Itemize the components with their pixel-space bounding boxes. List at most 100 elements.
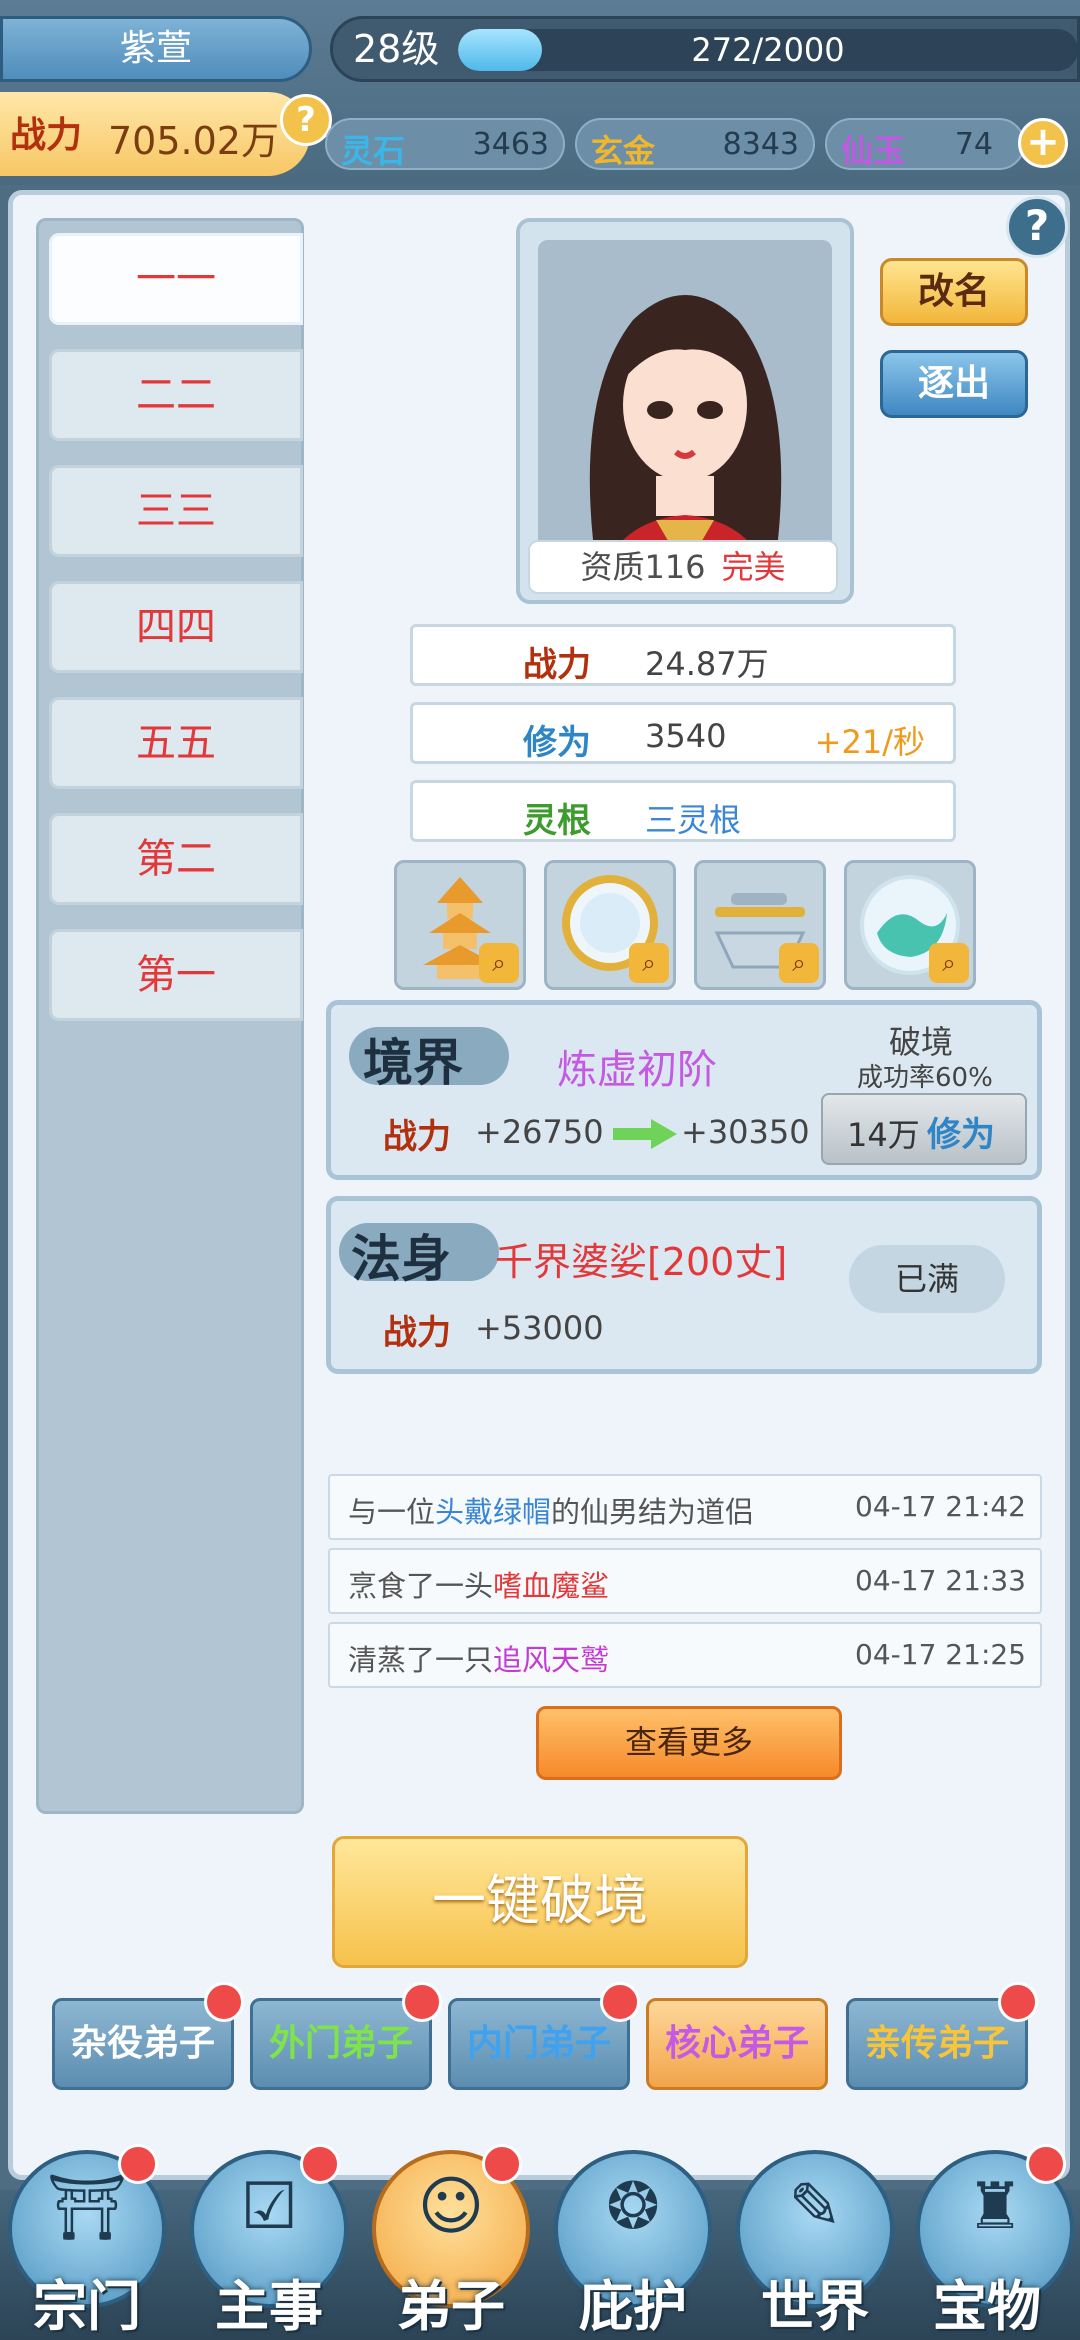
disciple-avatar-icon bbox=[538, 240, 832, 582]
resource-value: 3463 bbox=[472, 127, 549, 162]
sidebar-item-3[interactable]: 三三 bbox=[49, 465, 303, 557]
arrow-right-icon bbox=[613, 1119, 677, 1149]
stat-row-spirit-root: 灵根 三灵根 bbox=[410, 780, 956, 842]
sidebar-item-7[interactable]: 第一 bbox=[49, 929, 303, 1021]
resource-strip: 灵石 3463 玄金 8343 仙玉 74 bbox=[325, 118, 1080, 172]
log-entry: 与一位头戴绿帽的仙男结为道侣 04-17 21:42 bbox=[328, 1474, 1042, 1540]
inspect-icon: ⌕ bbox=[479, 943, 519, 983]
treasure-slot-pagoda[interactable]: ⌕ bbox=[394, 860, 526, 990]
tab-core-disciples[interactable]: 核心弟子 bbox=[646, 1998, 828, 2090]
log-highlight: 头戴绿帽 bbox=[435, 1495, 552, 1529]
notification-dot bbox=[998, 1982, 1038, 2022]
one-click-break-button[interactable]: 一键破境 bbox=[332, 1836, 748, 1968]
dharma-power-value: +53000 bbox=[475, 1309, 604, 1347]
log-highlight: 嗜血魔鲨 bbox=[493, 1569, 610, 1603]
log-text: 清蒸了一只追风天鹫 bbox=[348, 1643, 610, 1677]
aptitude-grade: 完美 bbox=[721, 548, 786, 586]
expel-button[interactable]: 逐出 bbox=[880, 350, 1028, 418]
inspect-icon: ⌕ bbox=[779, 943, 819, 983]
log-entry: 清蒸了一只追风天鹫 04-17 21:25 bbox=[328, 1622, 1042, 1688]
nav-treasure-label: 宝物 bbox=[933, 2274, 1041, 2338]
dharma-body-card: 法身 千界婆娑[200丈] 战力 +53000 已满 bbox=[326, 1196, 1042, 1374]
level-bar: 28级 272/2000 bbox=[330, 16, 1080, 82]
sidebar-item-5[interactable]: 五五 bbox=[49, 697, 303, 789]
inspect-icon: ⌕ bbox=[929, 943, 969, 983]
view-more-button[interactable]: 查看更多 bbox=[536, 1706, 842, 1780]
nav-tasks-label: 主事 bbox=[215, 2274, 323, 2338]
treasure-slot-mirror[interactable]: ⌕ bbox=[544, 860, 676, 990]
realm-power-label: 战力 bbox=[383, 1117, 451, 1157]
total-power-label: 战力 bbox=[10, 114, 83, 156]
rename-button[interactable]: 改名 bbox=[880, 258, 1028, 326]
aptitude-box: 资质116 完美 bbox=[528, 540, 838, 594]
total-power-badge: 战力 705.02万 bbox=[0, 92, 310, 176]
break-realm-button[interactable]: 14万 修为 bbox=[821, 1093, 1027, 1165]
aptitude-value: 资质116 bbox=[580, 548, 706, 586]
dharma-body-name: 千界婆娑[200丈] bbox=[495, 1240, 788, 1284]
treasure-slot-sword[interactable]: ⌕ bbox=[694, 860, 826, 990]
nav-disciples-label: 弟子 bbox=[397, 2274, 505, 2338]
log-text: 与一位头戴绿帽的仙男结为道侣 bbox=[348, 1495, 755, 1529]
notification-dot bbox=[1026, 2144, 1066, 2184]
add-resource-button[interactable]: + bbox=[1018, 118, 1068, 168]
stat-value: 24.87万 bbox=[645, 645, 769, 683]
stat-row-power: 战力 24.87万 bbox=[410, 624, 956, 686]
total-power-value: 705.02万 bbox=[108, 119, 279, 163]
dharma-power-label: 战力 bbox=[383, 1313, 451, 1353]
realm-card: 境界 炼虚初阶 战力 +26750 +30350 破境 成功率60% 14万 修… bbox=[326, 1000, 1042, 1180]
dharma-status-badge: 已满 bbox=[849, 1245, 1005, 1313]
disciple-name: 紫萱 bbox=[119, 28, 192, 69]
notification-dot bbox=[482, 2144, 522, 2184]
disciple-portrait bbox=[538, 240, 832, 582]
notification-dot bbox=[402, 1982, 442, 2022]
stat-row-cultivation: 修为 3540 +21/秒 bbox=[410, 702, 956, 764]
sidebar-item-2[interactable]: 二二 bbox=[49, 349, 303, 441]
sidebar-item-6[interactable]: 第二 bbox=[49, 813, 303, 905]
notification-dot bbox=[204, 1982, 244, 2022]
exp-progress-bar: 272/2000 bbox=[458, 29, 1078, 71]
resource-value: 74 bbox=[954, 127, 993, 162]
success-rate: 成功率60% bbox=[857, 1063, 993, 1093]
break-cost-amount: 14万 bbox=[847, 1116, 920, 1154]
stat-label: 灵根 bbox=[523, 801, 591, 841]
treasure-slot-orb[interactable]: ⌕ bbox=[844, 860, 976, 990]
disciple-list-sidebar: 一一 二二 三三 四四 五五 第二 第一 bbox=[36, 218, 304, 1814]
realm-power-to: +30350 bbox=[681, 1113, 810, 1151]
inspect-icon: ⌕ bbox=[629, 943, 669, 983]
sidebar-item-1[interactable]: 一一 bbox=[49, 233, 303, 325]
nav-shelter-label: 庇护 bbox=[579, 2274, 687, 2338]
world-icon: ✎ bbox=[788, 2170, 842, 2244]
sidebar-item-4[interactable]: 四四 bbox=[49, 581, 303, 673]
disciple-name-badge: 紫萱 bbox=[0, 16, 312, 82]
log-entry: 烹食了一头嗜血魔鲨 04-17 21:33 bbox=[328, 1548, 1042, 1614]
level-text: 28级 bbox=[353, 27, 440, 71]
cultivation-rate: +21/秒 bbox=[814, 723, 925, 761]
log-time: 04-17 21:25 bbox=[855, 1638, 1026, 1671]
stat-label: 修为 bbox=[523, 723, 591, 763]
resource-name: 灵石 bbox=[341, 132, 406, 170]
realm-name: 炼虚初阶 bbox=[557, 1047, 717, 1093]
resource-value: 8343 bbox=[722, 127, 799, 162]
resource-xianyu: 仙玉 74 bbox=[825, 118, 1025, 170]
notification-dot bbox=[300, 2144, 340, 2184]
notification-dot bbox=[118, 2144, 158, 2184]
shelter-icon: ❂ bbox=[606, 2170, 660, 2244]
resource-name: 仙玉 bbox=[841, 132, 906, 170]
nav-sect-label: 宗门 bbox=[33, 2274, 141, 2338]
resource-xuanjin: 玄金 8343 bbox=[575, 118, 815, 170]
log-time: 04-17 21:42 bbox=[855, 1490, 1026, 1523]
stat-label: 战力 bbox=[523, 645, 591, 685]
log-time: 04-17 21:33 bbox=[855, 1564, 1026, 1597]
panel-help-button[interactable]: ? bbox=[1006, 196, 1068, 258]
dharma-body-title: 法身 bbox=[351, 1229, 451, 1288]
realm-power-from: +26750 bbox=[475, 1113, 604, 1151]
resource-name: 玄金 bbox=[591, 132, 656, 170]
resource-lingshi: 灵石 3463 bbox=[325, 118, 565, 170]
nav-world-label: 世界 bbox=[761, 2274, 869, 2338]
exp-text: 272/2000 bbox=[691, 31, 845, 69]
notification-dot bbox=[600, 1982, 640, 2022]
stat-value: 3540 bbox=[645, 717, 727, 755]
stat-value: 三灵根 bbox=[645, 801, 742, 839]
log-text: 烹食了一头嗜血魔鲨 bbox=[348, 1569, 610, 1603]
log-highlight: 追风天鹫 bbox=[493, 1643, 610, 1677]
